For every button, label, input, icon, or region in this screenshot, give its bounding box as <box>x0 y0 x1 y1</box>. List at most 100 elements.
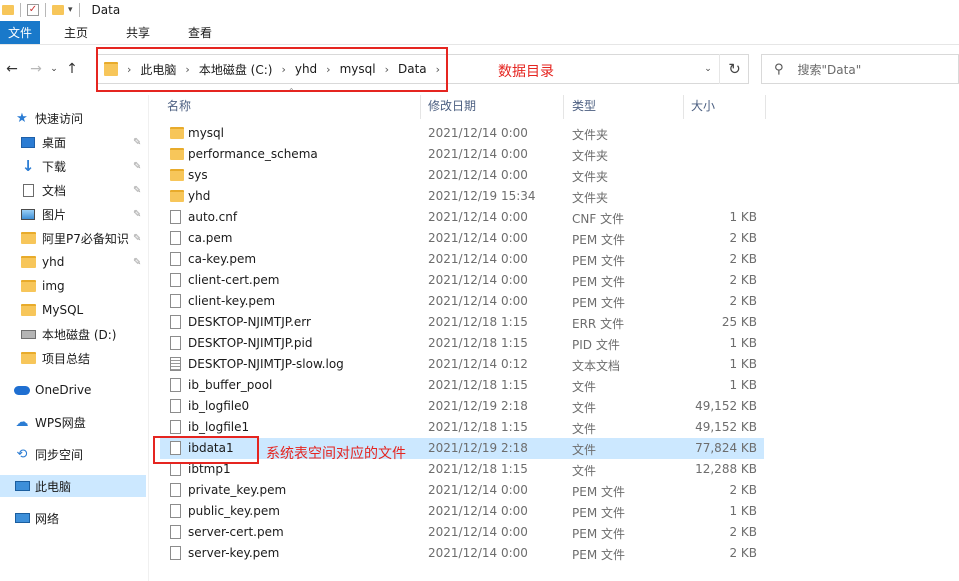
nav-item-drive-d[interactable]: 本地磁盘 (D:) <box>0 323 146 345</box>
search-input[interactable]: ⚲ 搜索"Data" <box>761 54 959 84</box>
file-name: performance_schema <box>188 147 318 161</box>
new-folder-icon[interactable] <box>52 5 64 15</box>
forward-arrow-icon[interactable]: → <box>24 61 48 77</box>
pin-icon[interactable]: ✎ <box>133 185 141 196</box>
file-icon <box>170 462 181 476</box>
chevron-right-icon[interactable]: › <box>385 63 389 76</box>
recent-locations-icon[interactable]: ⌄ <box>48 64 60 74</box>
file-date: 2021/12/14 0:00 <box>428 252 528 266</box>
file-row[interactable]: server-key.pem 2021/12/14 0:00 PEM 文件 2 KB <box>160 543 764 564</box>
file-type: 文件 <box>572 443 597 457</box>
refresh-icon[interactable]: ↻ <box>719 54 749 84</box>
file-row[interactable]: ib_buffer_pool 2021/12/18 1:15 文件 1 KB <box>160 375 764 396</box>
breadcrumb-yhd[interactable]: yhd <box>295 62 317 76</box>
file-row[interactable]: ca-key.pem 2021/12/14 0:00 PEM 文件 2 KB <box>160 249 764 270</box>
file-size: 77,824 KB <box>695 441 757 455</box>
nav-network[interactable]: 网络 <box>0 507 146 529</box>
file-row[interactable]: DESKTOP-NJIMTJP-slow.log 2021/12/14 0:12 文… <box>160 354 764 375</box>
file-row[interactable]: client-cert.pem 2021/12/14 0:00 PEM 文件 2 KB <box>160 270 764 291</box>
chevron-right-icon[interactable]: › <box>185 63 189 76</box>
file-row[interactable]: ca.pem 2021/12/14 0:00 PEM 文件 2 KB <box>160 228 764 249</box>
address-bar[interactable]: › 此电脑 › 本地磁盘 (C:) › yhd › mysql › Data › <box>97 54 749 84</box>
file-date: 2021/12/18 1:15 <box>428 462 528 476</box>
address-dropdown-icon[interactable]: ⌄ <box>697 54 719 84</box>
pin-icon[interactable]: ✎ <box>133 137 141 148</box>
file-row[interactable]: DESKTOP-NJIMTJP.pid 2021/12/18 1:15 PID 文件… <box>160 333 764 354</box>
file-row[interactable]: private_key.pem 2021/12/14 0:00 PEM 文件 2 KB <box>160 480 764 501</box>
file-type: PEM 文件 <box>572 548 625 562</box>
column-header-date[interactable]: 修改日期 <box>428 95 476 115</box>
chevron-right-icon[interactable]: › <box>281 63 285 76</box>
chevron-right-icon[interactable]: › <box>127 63 131 76</box>
breadcrumb-drive-c[interactable]: 本地磁盘 (C:) <box>199 61 273 78</box>
tab-home[interactable]: 主页 <box>50 21 102 44</box>
file-row[interactable]: ib_logfile0 2021/12/19 2:18 文件 49,152 KB <box>160 396 764 417</box>
column-divider[interactable] <box>563 95 564 119</box>
pin-icon[interactable]: ✎ <box>133 161 141 172</box>
properties-check-icon[interactable]: ✓ <box>27 4 39 16</box>
column-divider[interactable] <box>683 95 684 119</box>
column-divider[interactable] <box>420 95 421 119</box>
file-name: server-key.pem <box>188 546 280 560</box>
column-header-type[interactable]: 类型 <box>572 95 596 115</box>
pane-divider[interactable] <box>148 95 149 581</box>
file-row[interactable]: server-cert.pem 2021/12/14 0:00 PEM 文件 2 KB <box>160 522 764 543</box>
file-size: 1 KB <box>729 357 757 371</box>
nav-item-desktop[interactable]: 桌面 ✎ <box>0 131 146 153</box>
file-row[interactable]: ibtmp1 2021/12/18 1:15 文件 12,288 KB <box>160 459 764 480</box>
tab-share[interactable]: 共享 <box>112 21 164 44</box>
file-date: 2021/12/18 1:15 <box>428 336 528 350</box>
up-arrow-icon[interactable]: ↑ <box>60 61 84 77</box>
nav-item-img[interactable]: img <box>0 275 146 297</box>
nav-item-mysql[interactable]: MySQL <box>0 299 146 321</box>
nav-item-project-summary[interactable]: 项目总结 <box>0 347 146 369</box>
file-type: 文件 <box>572 380 597 394</box>
breadcrumb-this-pc[interactable]: 此电脑 <box>140 61 176 78</box>
file-type: ERR 文件 <box>572 317 625 331</box>
back-arrow-icon[interactable]: ← <box>0 61 24 77</box>
picture-icon <box>20 208 36 220</box>
pin-icon[interactable]: ✎ <box>133 257 141 268</box>
file-row[interactable]: ib_logfile1 2021/12/18 1:15 文件 49,152 KB <box>160 417 764 438</box>
tab-view[interactable]: 查看 <box>174 21 226 44</box>
chevron-right-icon[interactable]: › <box>326 63 330 76</box>
file-icon <box>170 525 181 539</box>
tab-file[interactable]: 文件 <box>0 21 41 44</box>
nav-item-yhd[interactable]: yhd ✎ <box>0 251 146 273</box>
nav-this-pc[interactable]: 此电脑 <box>0 475 146 497</box>
file-date: 2021/12/14 0:00 <box>428 525 528 539</box>
column-divider[interactable] <box>765 95 766 119</box>
nav-wps[interactable]: ☁ WPS网盘 <box>0 411 146 433</box>
nav-onedrive[interactable]: OneDrive <box>0 379 146 401</box>
file-row[interactable]: performance_schema 2021/12/14 0:00 文件夹 <box>160 144 764 165</box>
file-name: DESKTOP-NJIMTJP-slow.log <box>188 357 344 371</box>
file-row[interactable]: yhd 2021/12/19 15:34 文件夹 <box>160 186 764 207</box>
file-row[interactable]: client-key.pem 2021/12/14 0:00 PEM 文件 2 KB <box>160 291 764 312</box>
file-row[interactable]: DESKTOP-NJIMTJP.err 2021/12/18 1:15 ERR 文件… <box>160 312 764 333</box>
file-row[interactable]: sys 2021/12/14 0:00 文件夹 <box>160 165 764 186</box>
nav-item-documents[interactable]: 文档 ✎ <box>0 179 146 201</box>
file-size: 2 KB <box>729 294 757 308</box>
customize-toolbar-icon[interactable]: ▾ <box>68 5 73 15</box>
nav-item-pictures[interactable]: 图片 ✎ <box>0 203 146 225</box>
file-date: 2021/12/14 0:00 <box>428 546 528 560</box>
pin-icon[interactable]: ✎ <box>133 209 141 220</box>
nav-quick-access[interactable]: ★ 快速访问 <box>0 107 146 129</box>
chevron-right-icon[interactable]: › <box>436 63 440 76</box>
column-header-size[interactable]: 大小 <box>691 95 715 115</box>
file-row[interactable]: auto.cnf 2021/12/14 0:00 CNF 文件 1 KB <box>160 207 764 228</box>
nav-label: 网络 <box>35 511 60 526</box>
column-header-name[interactable]: 名称 <box>167 95 191 115</box>
file-row[interactable]: ibdata1 2021/12/19 2:18 文件 77,824 KB <box>160 438 764 459</box>
nav-item-ali-p7[interactable]: 阿里P7必备知识 ✎ <box>0 227 146 249</box>
breadcrumb-mysql[interactable]: mysql <box>340 62 376 76</box>
pin-icon[interactable]: ✎ <box>133 233 141 244</box>
file-row[interactable]: public_key.pem 2021/12/14 0:00 PEM 文件 1 KB <box>160 501 764 522</box>
nav-sync-space[interactable]: ⟲ 同步空间 <box>0 443 146 465</box>
file-row[interactable]: mysql 2021/12/14 0:00 文件夹 <box>160 123 764 144</box>
file-date: 2021/12/14 0:00 <box>428 483 528 497</box>
nav-item-downloads[interactable]: ↓ 下载 ✎ <box>0 155 146 177</box>
breadcrumb-data[interactable]: Data <box>398 62 427 76</box>
folder-icon <box>170 169 184 181</box>
file-size: 2 KB <box>729 525 757 539</box>
